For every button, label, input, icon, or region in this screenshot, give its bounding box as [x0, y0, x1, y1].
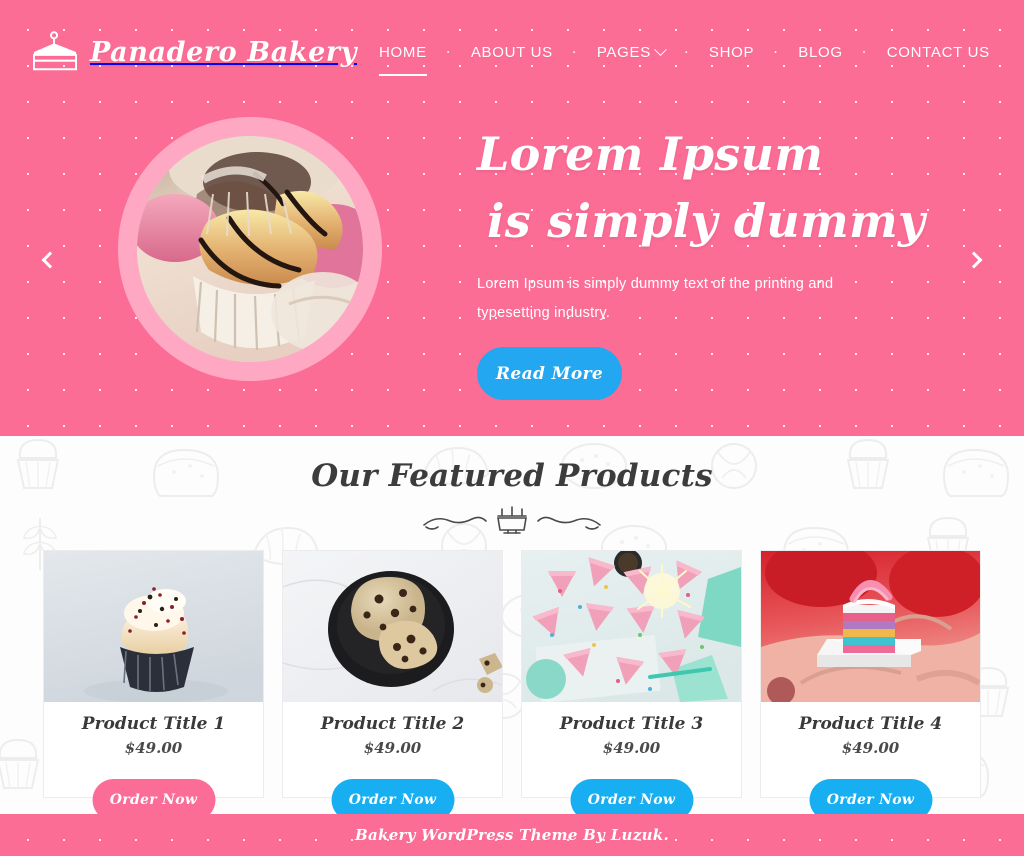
- site-header: Panadero Bakery HOME ABOUT US PAGES SHOP…: [0, 0, 1024, 105]
- order-now-button[interactable]: Order Now: [331, 779, 454, 814]
- product-card[interactable]: Product Title 2 $49.00 Order Now: [282, 550, 503, 814]
- nav-link-pages[interactable]: PAGES: [597, 44, 651, 61]
- product-image-4: [761, 551, 980, 702]
- product-image-1: [44, 551, 263, 702]
- hero-cupcake-image: [137, 136, 363, 362]
- brand-name: Panadero Bakery: [90, 37, 358, 68]
- footer-credit-text: Bakery WordPress Theme By Luzuk.: [355, 826, 669, 844]
- chevron-left-icon: [41, 251, 59, 269]
- order-now-button[interactable]: Order Now: [570, 779, 693, 814]
- featured-products-section: Our Featured Products Product Title 1 $4…: [0, 436, 1024, 814]
- nav-item-pages[interactable]: PAGES: [575, 40, 687, 65]
- hero-title-line-2: is simply dummy: [487, 193, 925, 248]
- hero-image-ring: [118, 117, 382, 381]
- cake-with-candles-divider-icon: [423, 506, 601, 534]
- chevron-down-icon[interactable]: [654, 43, 667, 57]
- cake-slice-icon: [30, 30, 80, 75]
- product-title: Product Title 3: [559, 714, 704, 734]
- nav-item-home[interactable]: HOME: [357, 40, 449, 76]
- order-now-button[interactable]: Order Now: [92, 779, 215, 814]
- brand-logo-link[interactable]: Panadero Bakery: [30, 30, 358, 75]
- product-title: Product Title 4: [798, 714, 943, 734]
- hero-title: Lorem Ipsum is simply dummy: [477, 121, 1024, 254]
- section-divider: [0, 506, 1024, 534]
- hero-content: Lorem Ipsum is simply dummy Lorem Ipsum …: [0, 105, 1024, 401]
- read-more-button[interactable]: Read More: [477, 347, 622, 401]
- nav-link-blog[interactable]: BLOG: [798, 44, 842, 61]
- product-card[interactable]: Product Title 4 $49.00 Order Now: [760, 550, 981, 814]
- active-nav-underline: [379, 74, 427, 76]
- product-image-2: [283, 551, 502, 702]
- nav-item-contact-us[interactable]: CONTACT US: [865, 40, 1012, 65]
- chevron-right-icon: [965, 251, 983, 269]
- carousel-next-button[interactable]: [959, 243, 993, 277]
- product-price: $49.00: [124, 739, 183, 757]
- nav-link-shop[interactable]: SHOP: [709, 44, 754, 61]
- carousel-prev-button[interactable]: [31, 243, 65, 277]
- nav-item-shop[interactable]: SHOP: [687, 40, 776, 65]
- nav-link-home[interactable]: HOME: [379, 44, 427, 61]
- nav-link-contact-us[interactable]: CONTACT US: [887, 44, 990, 61]
- product-price: $49.00: [363, 739, 422, 757]
- hero-banner: Panadero Bakery HOME ABOUT US PAGES SHOP…: [0, 0, 1024, 436]
- product-title: Product Title 1: [81, 714, 226, 734]
- hero-title-line-1: Lorem Ipsum: [477, 127, 824, 181]
- main-navigation: HOME ABOUT US PAGES SHOP BLOG CONTACT US: [357, 40, 1016, 76]
- nav-link-about-us[interactable]: ABOUT US: [471, 44, 553, 61]
- product-card[interactable]: Product Title 3 $49.00 Order Now: [521, 550, 742, 814]
- product-image-3: [522, 551, 741, 702]
- hero-text-block: Lorem Ipsum is simply dummy Lorem Ipsum …: [382, 117, 1024, 401]
- hero-description: Lorem Ipsum is simply dummy text of the …: [477, 276, 834, 322]
- product-card-grid: Product Title 1 $49.00 Order Now Product…: [0, 550, 1024, 814]
- site-footer: Bakery WordPress Theme By Luzuk.: [0, 814, 1024, 856]
- product-card[interactable]: Product Title 1 $49.00 Order Now: [43, 550, 264, 814]
- product-price: $49.00: [602, 739, 661, 757]
- featured-section-title: Our Featured Products: [311, 458, 713, 494]
- nav-item-about-us[interactable]: ABOUT US: [449, 40, 575, 65]
- product-title: Product Title 2: [320, 714, 465, 734]
- nav-item-blog[interactable]: BLOG: [776, 40, 864, 65]
- product-price: $49.00: [841, 739, 900, 757]
- order-now-button[interactable]: Order Now: [809, 779, 932, 814]
